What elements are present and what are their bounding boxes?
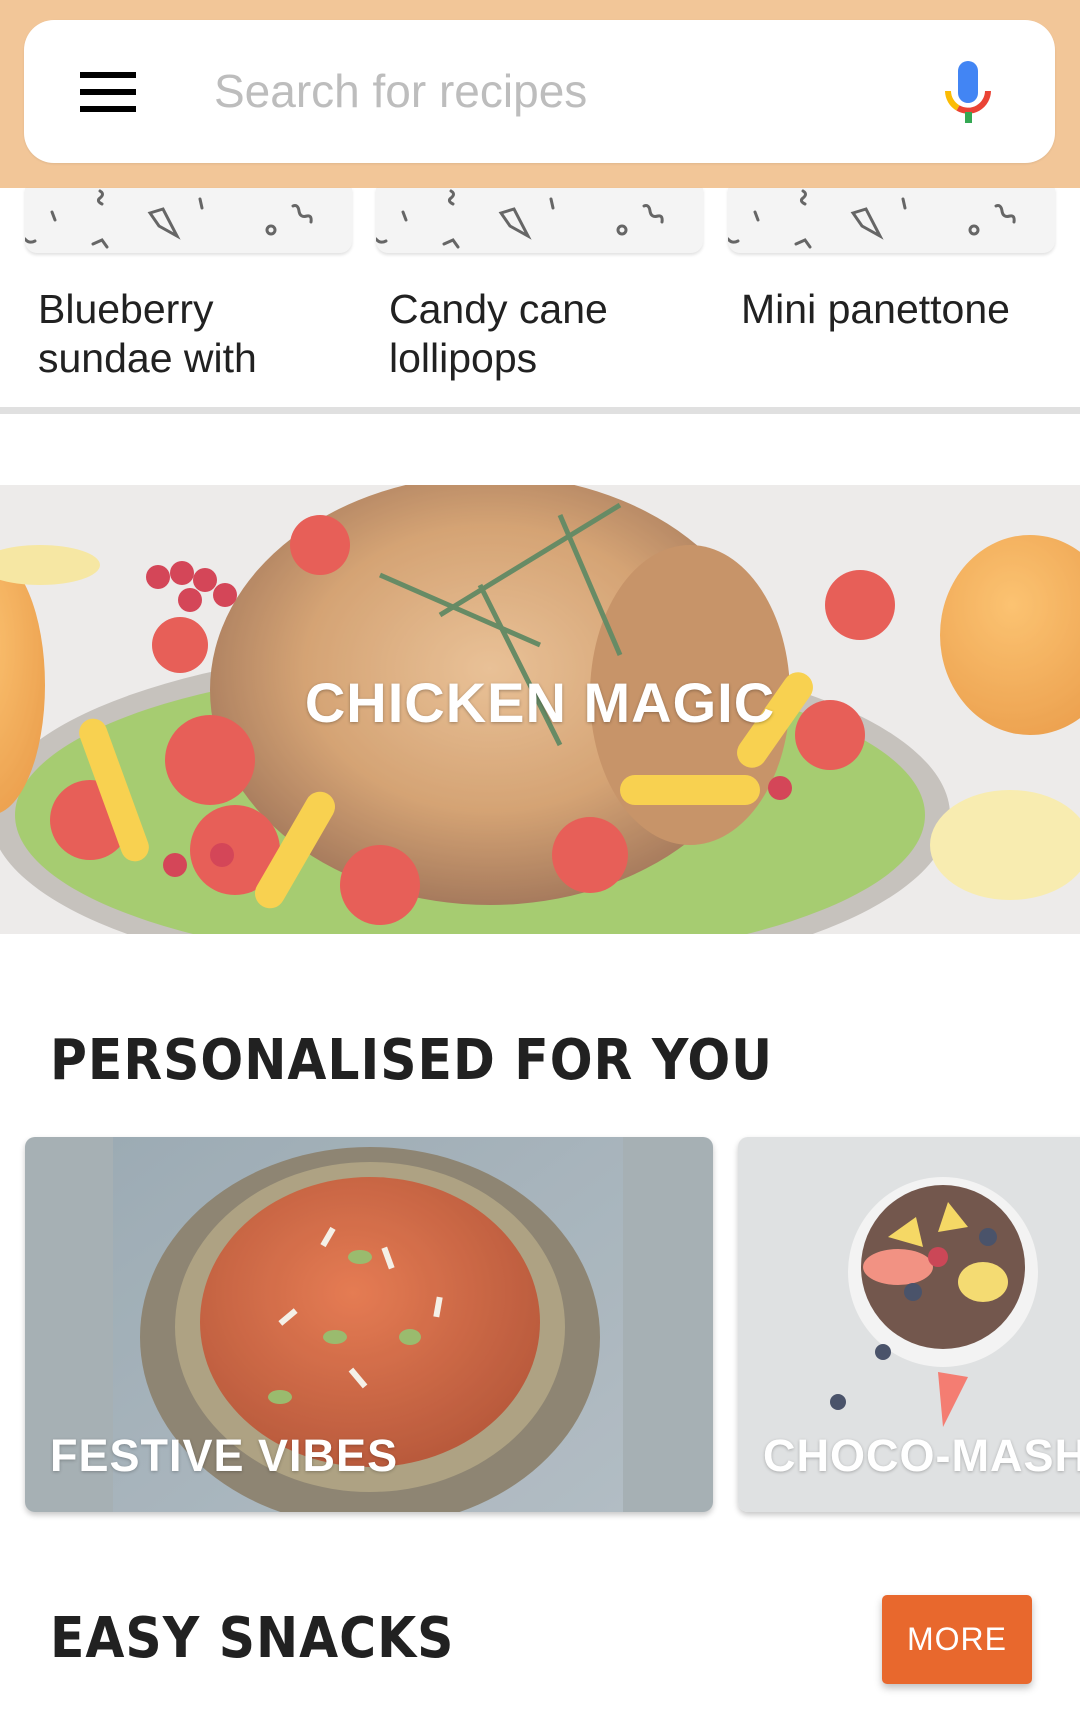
recipe-title: Blueberry sundae with: [38, 286, 257, 381]
search-input[interactable]: [214, 56, 914, 126]
recipe-card[interactable]: Blueberry sundae with: [25, 188, 352, 388]
recipe-title: Candy cane lollipops: [389, 286, 608, 381]
recipe-title: Mini panettone: [741, 286, 1010, 332]
section-divider: [0, 407, 1080, 414]
recipe-card[interactable]: Mini panettone: [728, 188, 1055, 388]
recipe-card[interactable]: Candy cane lollipops: [376, 188, 703, 388]
recipe-thumbnail-placeholder: [376, 188, 703, 253]
recipe-thumbnail-placeholder: [25, 188, 352, 253]
section-title-easy-snacks: EASY SNACKS: [50, 1606, 455, 1671]
hero-banner-title: CHICKEN MAGIC: [304, 671, 776, 734]
search-bar[interactable]: [24, 20, 1055, 163]
collection-card[interactable]: CHOCO-MASH: [738, 1137, 1080, 1512]
more-button[interactable]: MORE: [882, 1595, 1032, 1684]
collection-card-title: FESTIVE VIBES: [50, 1430, 399, 1481]
collection-card[interactable]: FESTIVE VIBES: [25, 1137, 713, 1512]
recipe-thumbnail-placeholder: [728, 188, 1055, 253]
hamburger-menu-icon[interactable]: [80, 72, 136, 112]
section-title-personalised: PERSONALISED FOR YOU: [50, 1028, 774, 1093]
microphone-icon[interactable]: [942, 58, 1002, 128]
collection-card-title: CHOCO-MASH: [763, 1430, 1080, 1481]
